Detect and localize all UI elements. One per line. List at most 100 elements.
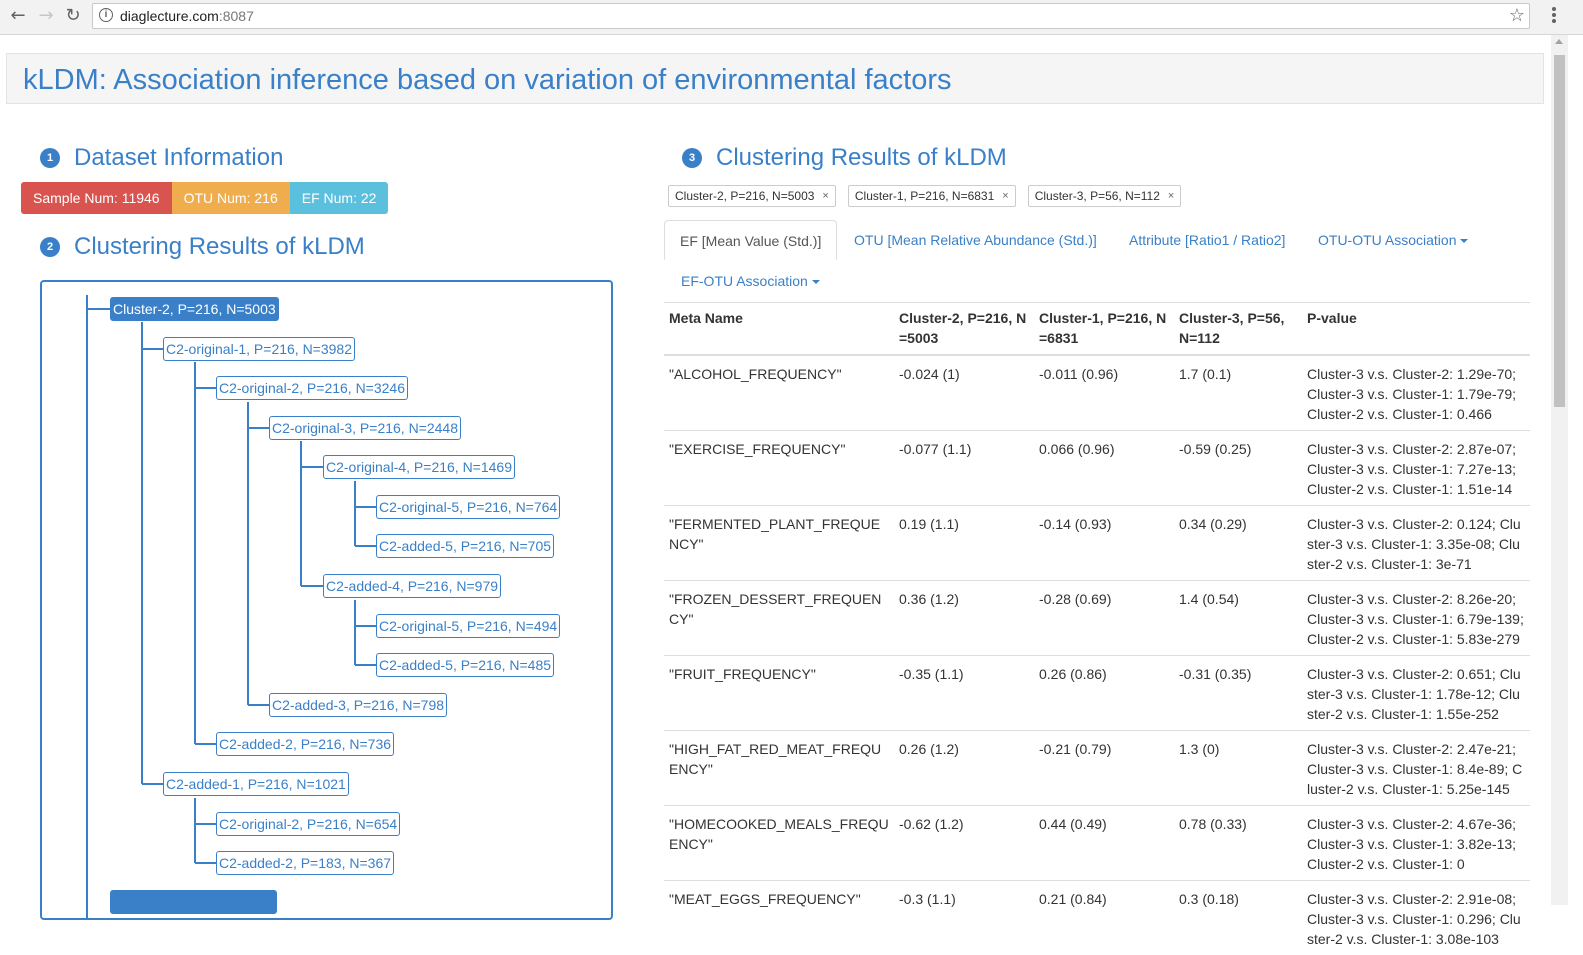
tree-node[interactable]: C2-original-5, P=216, N=764 xyxy=(376,495,560,519)
tree-node[interactable]: C2-original-2, P=216, N=3246 xyxy=(216,376,408,400)
cluster-tag: Cluster-1, P=216, N=6831× xyxy=(848,185,1016,207)
browser-toolbar: ← → ↻ i diaglecture.com:8087 ☆ xyxy=(0,0,1583,35)
table-cell: "EXERCISE_FREQUENCY" xyxy=(664,431,894,506)
tree-node[interactable]: C2-added-5, P=216, N=485 xyxy=(376,653,554,677)
cluster-tag: Cluster-2, P=216, N=5003 × xyxy=(668,185,836,207)
page-header: kLDM: Association inference based on var… xyxy=(6,53,1544,104)
table-cell: -0.31 (0.35) xyxy=(1174,656,1302,731)
table-cell: Cluster-3 v.s. Cluster-2: 2.47e-21; Clus… xyxy=(1302,731,1530,806)
tree-node-partial[interactable] xyxy=(110,890,277,914)
url-text[interactable]: diaglecture.com:8087 xyxy=(120,8,254,24)
table-row: "FERMENTED_PLANT_FREQUENCY"0.19 (1.1)-0.… xyxy=(664,506,1530,581)
remove-tag-icon[interactable]: × xyxy=(1002,186,1008,206)
table-cell: "FROZEN_DESSERT_FREQUENCY" xyxy=(664,581,894,656)
table-cell: Cluster-3 v.s. Cluster-2: 4.67e-36; Clus… xyxy=(1302,806,1530,881)
scroll-up-arrow-icon[interactable] xyxy=(1555,39,1563,44)
tab-otu-mean[interactable]: OTU [Mean Relative Abundance (Std.)] xyxy=(839,220,1112,260)
tree-node[interactable]: C2-added-5, P=216, N=705 xyxy=(376,534,554,558)
table-header-row: Meta Name Cluster-2, P=216, N=5003 Clust… xyxy=(664,302,1530,355)
table-cell: 1.7 (0.1) xyxy=(1174,355,1302,431)
tree-node[interactable]: C2-original-1, P=216, N=3982 xyxy=(163,337,355,361)
table-cell: -0.14 (0.93) xyxy=(1034,506,1174,581)
cluster-tree-panel: Cluster-2, P=216, N=5003 C2-original-1, … xyxy=(40,280,613,920)
address-bar[interactable]: i diaglecture.com:8087 ☆ xyxy=(92,3,1530,29)
section-clustering-results: 3Clustering Results of kLDM xyxy=(682,144,1007,172)
selected-cluster-tags: Cluster-2, P=216, N=5003 × Cluster-1, P=2… xyxy=(668,185,1193,207)
table-row: "HOMECOOKED_MEALS_FREQUENCY"-0.62 (1.2) 0… xyxy=(664,806,1530,881)
column-header[interactable]: Cluster-2, P=216, N=5003 xyxy=(894,302,1034,355)
tab-ef-mean[interactable]: EF [Mean Value (Std.)] xyxy=(664,220,837,260)
table-cell: -0.3 (1.1) xyxy=(894,881,1034,955)
remove-tag-icon[interactable]: × xyxy=(822,186,828,206)
caret-down-icon xyxy=(812,280,820,284)
table-row: "HIGH_FAT_RED_MEAT_FREQUENCY"0.26 (1.2)-… xyxy=(664,731,1530,806)
tree-node[interactable]: C2-added-2, P=216, N=736 xyxy=(216,732,394,756)
table-cell: -0.024 (1) xyxy=(894,355,1034,431)
tree-node[interactable]: C2-original-4, P=216, N=1469 xyxy=(323,455,515,479)
table-cell: 1.3 (0) xyxy=(1174,731,1302,806)
forward-arrow-icon[interactable]: → xyxy=(35,5,57,27)
table-cell: "MEAT_EGGS_FREQUENCY" xyxy=(664,881,894,955)
table-cell: Cluster-3 v.s. Cluster-2: 8.26e-20; Clus… xyxy=(1302,581,1530,656)
table-row: "ALCOHOL_FREQUENCY"-0.024 (1)-0.011 (0.9… xyxy=(664,355,1530,431)
tree-node[interactable]: C2-original-3, P=216, N=2448 xyxy=(269,416,461,440)
table-row: "FRUIT_FREQUENCY"-0.35 (1.1)0.26 (0.86)-… xyxy=(664,656,1530,731)
browser-menu-icon[interactable] xyxy=(1547,6,1561,26)
table-cell: Cluster-3 v.s. Cluster-2: 1.29e-70; Clus… xyxy=(1302,355,1530,431)
table-cell: -0.011 (0.96) xyxy=(1034,355,1174,431)
reload-icon[interactable]: ↻ xyxy=(62,5,84,27)
sample-num-badge: Sample Num: 11946 xyxy=(21,182,172,214)
cluster-tag-label: Cluster-2, P=216, N=5003 xyxy=(675,186,814,206)
cluster-tag-label: Cluster-3, P=56, N=112 xyxy=(1035,186,1160,206)
section-clustering-tree: 2Clustering Results of kLDM xyxy=(40,233,365,261)
column-header[interactable]: Cluster-1, P=216, N=6831 xyxy=(1034,302,1174,355)
table-cell: -0.35 (1.1) xyxy=(894,656,1034,731)
page-scrollbar[interactable] xyxy=(1551,35,1568,905)
dataset-stats: Sample Num: 11946 OTU Num: 216 EF Num: 2… xyxy=(21,182,388,214)
section-title: Clustering Results of kLDM xyxy=(74,233,365,260)
section-title: Clustering Results of kLDM xyxy=(716,144,1007,171)
table-row: "MEAT_EGGS_FREQUENCY"-0.3 (1.1)0.21 (0.8… xyxy=(664,881,1530,955)
table-cell: -0.62 (1.2) xyxy=(894,806,1034,881)
tree-node-cluster-2[interactable]: Cluster-2, P=216, N=5003 xyxy=(110,297,279,321)
caret-down-icon xyxy=(1460,239,1468,243)
table-cell: 0.78 (0.33) xyxy=(1174,806,1302,881)
table-row: "FROZEN_DESSERT_FREQUENCY"0.36 (1.2)-0.2… xyxy=(664,581,1530,656)
tree-node[interactable]: C2-original-5, P=216, N=494 xyxy=(376,614,560,638)
back-arrow-icon[interactable]: ← xyxy=(7,5,29,27)
column-header[interactable]: P-value xyxy=(1302,302,1530,355)
tree-node[interactable]: C2-added-2, P=183, N=367 xyxy=(216,851,394,875)
section-dataset-info: 1Dataset Information xyxy=(40,144,283,172)
scroll-thumb[interactable] xyxy=(1554,55,1565,407)
table-cell: "HOMECOOKED_MEALS_FREQUENCY" xyxy=(664,806,894,881)
column-header[interactable]: Meta Name xyxy=(664,302,894,355)
tree-node[interactable]: C2-added-3, P=216, N=798 xyxy=(269,693,447,717)
url-port: :8087 xyxy=(219,8,254,24)
table-cell: "FERMENTED_PLANT_FREQUENCY" xyxy=(664,506,894,581)
tab-label: OTU-OTU Association xyxy=(1318,232,1456,248)
remove-tag-icon[interactable]: × xyxy=(1168,186,1174,206)
table-cell: Cluster-3 v.s. Cluster-2: 0.124; Cluster… xyxy=(1302,506,1530,581)
bookmark-star-icon[interactable]: ☆ xyxy=(1509,5,1525,26)
table-cell: "FRUIT_FREQUENCY" xyxy=(664,656,894,731)
tree-node[interactable]: C2-added-1, P=216, N=1021 xyxy=(163,772,349,796)
table-cell: Cluster-3 v.s. Cluster-2: 0.651; Cluster… xyxy=(1302,656,1530,731)
table-cell: -0.077 (1.1) xyxy=(894,431,1034,506)
tree-node[interactable]: C2-added-4, P=216, N=979 xyxy=(323,574,501,598)
tab-ef-otu-association[interactable]: EF-OTU Association xyxy=(666,261,835,301)
table-cell: 0.26 (0.86) xyxy=(1034,656,1174,731)
otu-num-badge: OTU Num: 216 xyxy=(172,182,290,214)
tab-label: EF-OTU Association xyxy=(681,273,808,289)
table-cell: 0.066 (0.96) xyxy=(1034,431,1174,506)
table-cell: "ALCOHOL_FREQUENCY" xyxy=(664,355,894,431)
table-cell: -0.59 (0.25) xyxy=(1174,431,1302,506)
table-cell: 0.36 (1.2) xyxy=(894,581,1034,656)
column-header[interactable]: Cluster-3, P=56, N=112 xyxy=(1174,302,1302,355)
ef-num-badge: EF Num: 22 xyxy=(290,182,389,214)
tree-node[interactable]: C2-original-2, P=216, N=654 xyxy=(216,812,400,836)
url-host: diaglecture.com xyxy=(120,8,219,24)
info-icon[interactable]: i xyxy=(99,8,113,22)
tab-otu-otu-association[interactable]: OTU-OTU Association xyxy=(1303,220,1483,260)
table-cell: 0.19 (1.1) xyxy=(894,506,1034,581)
tab-attribute[interactable]: Attribute [Ratio1 / Ratio2] xyxy=(1114,220,1300,260)
